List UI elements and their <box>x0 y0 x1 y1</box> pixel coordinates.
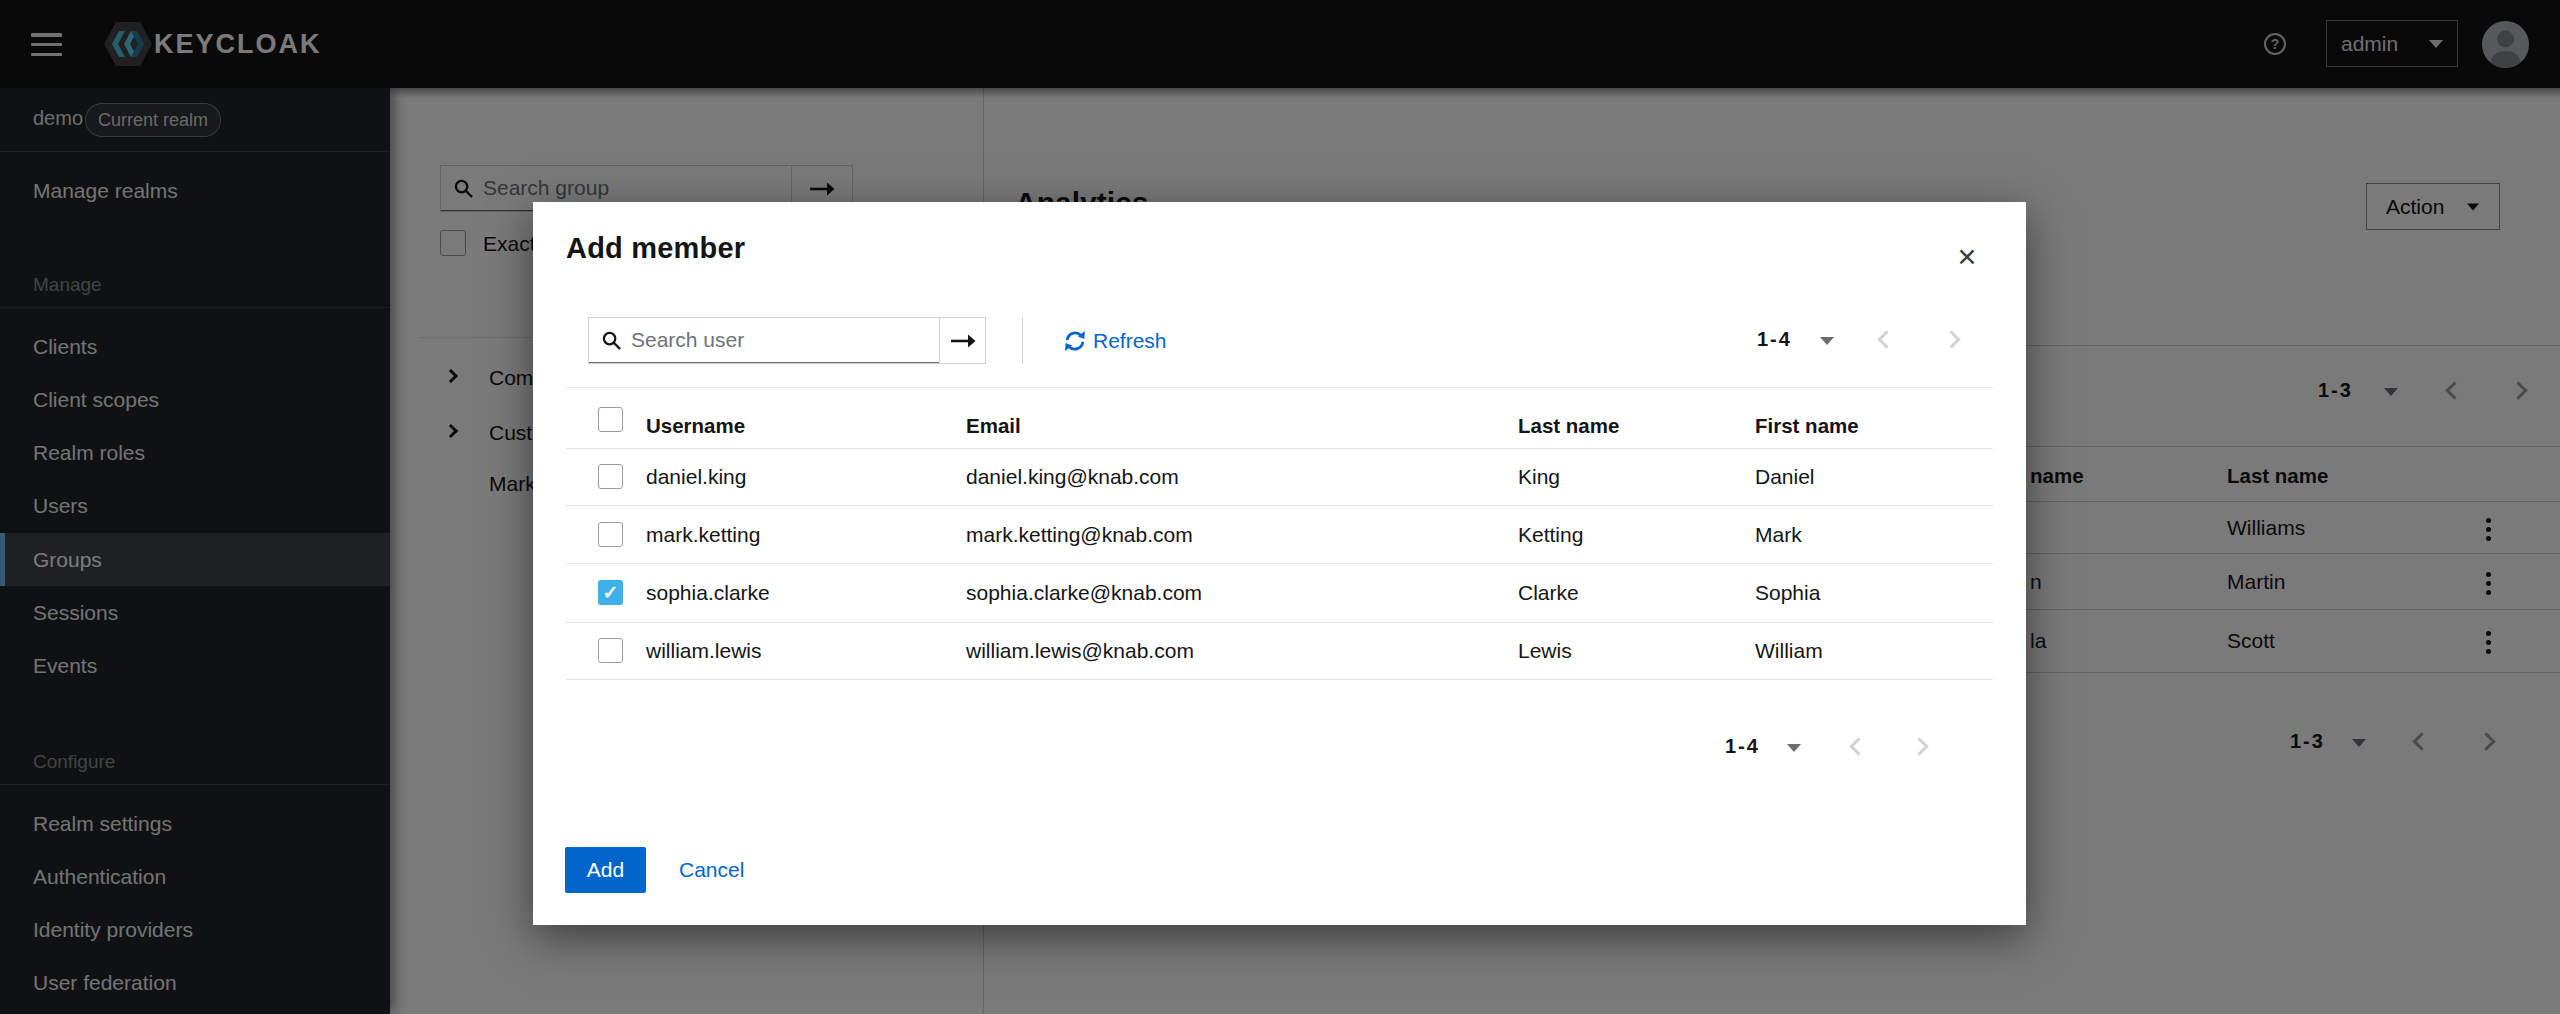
refresh-label: Refresh <box>1093 329 1167 353</box>
username-cell: sophia.clarke <box>646 581 770 605</box>
username-cell: william.lewis <box>646 639 762 663</box>
add-button[interactable]: Add <box>565 847 646 893</box>
username-header: Username <box>646 414 745 438</box>
cancel-button[interactable]: Cancel <box>679 858 744 882</box>
next-page-button[interactable] <box>1942 330 1960 348</box>
modal-title: Add member <box>566 232 745 265</box>
username-cell: daniel.king <box>646 465 746 489</box>
email-cell: william.lewis@knab.com <box>966 639 1194 663</box>
username-cell: mark.ketting <box>646 523 760 547</box>
email-header: Email <box>966 414 1021 438</box>
email-cell: sophia.clarke@knab.com <box>966 581 1202 605</box>
row-border <box>566 563 1993 564</box>
add-member-modal: Add member ✕ Search user Refresh 1-4 <box>533 202 2026 925</box>
toolbar-divider <box>1022 317 1023 364</box>
refresh-button[interactable]: Refresh <box>1064 329 1167 353</box>
search-user-placeholder: Search user <box>631 328 744 352</box>
close-icon[interactable]: ✕ <box>1947 237 1987 277</box>
divider <box>566 387 1993 388</box>
search-user-input[interactable]: Search user <box>589 318 939 363</box>
row-checkbox[interactable] <box>598 522 623 547</box>
search-user-input-group: Search user <box>588 317 986 364</box>
prev-page-button[interactable] <box>1877 330 1895 348</box>
next-page-button[interactable] <box>1910 737 1928 755</box>
search-icon <box>602 331 621 350</box>
last-name-cell: Lewis <box>1518 639 1572 663</box>
last-name-header: Last name <box>1518 414 1619 438</box>
refresh-icon <box>1064 330 1086 352</box>
email-cell: daniel.king@knab.com <box>966 465 1179 489</box>
row-checkbox-checked[interactable]: ✓ <box>598 580 623 605</box>
row-border <box>566 679 1993 680</box>
arrow-right-icon <box>950 332 976 350</box>
prev-page-button[interactable] <box>1849 737 1867 755</box>
pagination-menu-toggle[interactable] <box>1820 337 1834 345</box>
row-border <box>566 622 1993 623</box>
select-all-checkbox[interactable] <box>598 407 623 432</box>
row-border <box>566 505 1993 506</box>
first-name-cell: Mark <box>1755 523 1802 547</box>
screen: KEYCLOAK ? admin demo Current realm Mana… <box>0 0 2560 1014</box>
row-checkbox[interactable] <box>598 638 623 663</box>
first-name-cell: Daniel <box>1755 465 1815 489</box>
first-name-cell: Sophia <box>1755 581 1820 605</box>
last-name-cell: King <box>1518 465 1560 489</box>
last-name-cell: Ketting <box>1518 523 1583 547</box>
first-name-cell: William <box>1755 639 1823 663</box>
pagination-menu-toggle[interactable] <box>1787 744 1801 752</box>
row-border <box>566 448 1993 449</box>
last-name-cell: Clarke <box>1518 581 1579 605</box>
first-name-header: First name <box>1755 414 1859 438</box>
email-cell: mark.ketting@knab.com <box>966 523 1193 547</box>
row-checkbox[interactable] <box>598 464 623 489</box>
search-user-submit-button[interactable] <box>939 318 985 363</box>
